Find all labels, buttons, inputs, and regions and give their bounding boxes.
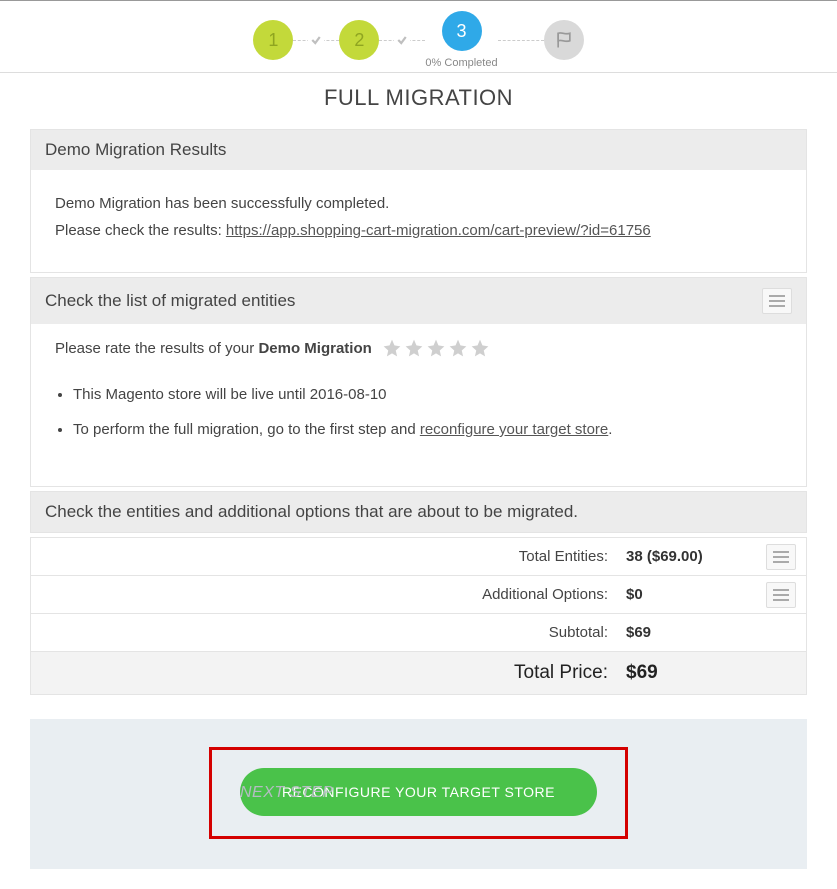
star-icon[interactable] [448,338,468,358]
star-icon[interactable] [470,338,490,358]
totals-table: Total Entities: 38 ($69.00) Additional O… [30,537,807,695]
footer-bar: NEXT STEP RECONFIGURE YOUR TARGET STORE [30,719,807,869]
check-icon [308,34,324,46]
total-entities-value: 38 ($69.00) [626,538,756,575]
step-1[interactable]: 1 [253,20,293,60]
toggle-entities-button[interactable] [762,288,792,314]
check-results-prefix: Please check the results: [55,222,226,239]
entities-check-panel: Check the list of migrated entities Plea… [30,277,807,487]
options-check-panel: Check the entities and additional option… [30,491,807,533]
flag-icon [554,30,574,50]
subtotal-value: $69 [626,614,756,651]
demo-success-text: Demo Migration has been successfully com… [55,190,782,217]
total-price-label: Total Price: [31,652,626,694]
demo-results-heading: Demo Migration Results [31,130,806,170]
reconfigure-link[interactable]: reconfigure your target store [420,421,608,438]
total-entities-label: Total Entities: [31,538,626,575]
additional-options-value: $0 [626,576,756,613]
subtotal-label: Subtotal: [31,614,626,651]
star-icon[interactable] [404,338,424,358]
additional-options-label: Additional Options: [31,576,626,613]
bullet2-suffix: . [608,421,612,438]
toggle-entities-detail-button[interactable] [766,544,796,570]
rate-prefix: Please rate the results of your [55,340,258,357]
demo-results-panel: Demo Migration Results Demo Migration ha… [30,129,807,273]
entities-check-heading: Check the list of migrated entities [45,291,295,311]
list-item: This Magento store will be live until 20… [73,386,764,403]
progress-stepper: 1 2 3 0% Completed [0,1,837,73]
options-check-heading: Check the entities and additional option… [31,492,806,532]
step-finish[interactable] [544,20,584,60]
step-2[interactable]: 2 [339,20,379,60]
total-price-value: $69 [626,652,756,694]
step-3-caption: 0% Completed [425,57,497,69]
preview-link[interactable]: https://app.shopping-cart-migration.com/… [226,222,651,239]
bullet2-prefix: To perform the full migration, go to the… [73,421,420,438]
star-icon[interactable] [382,338,402,358]
rating-stars[interactable] [382,338,490,358]
page-title: FULL MIGRATION [0,85,837,111]
rate-strong: Demo Migration [258,340,371,357]
list-item: To perform the full migration, go to the… [73,421,764,438]
star-icon[interactable] [426,338,446,358]
toggle-options-detail-button[interactable] [766,582,796,608]
next-step-label: NEXT STEP [240,784,333,802]
check-icon [394,34,410,46]
step-3[interactable]: 3 [442,11,482,51]
